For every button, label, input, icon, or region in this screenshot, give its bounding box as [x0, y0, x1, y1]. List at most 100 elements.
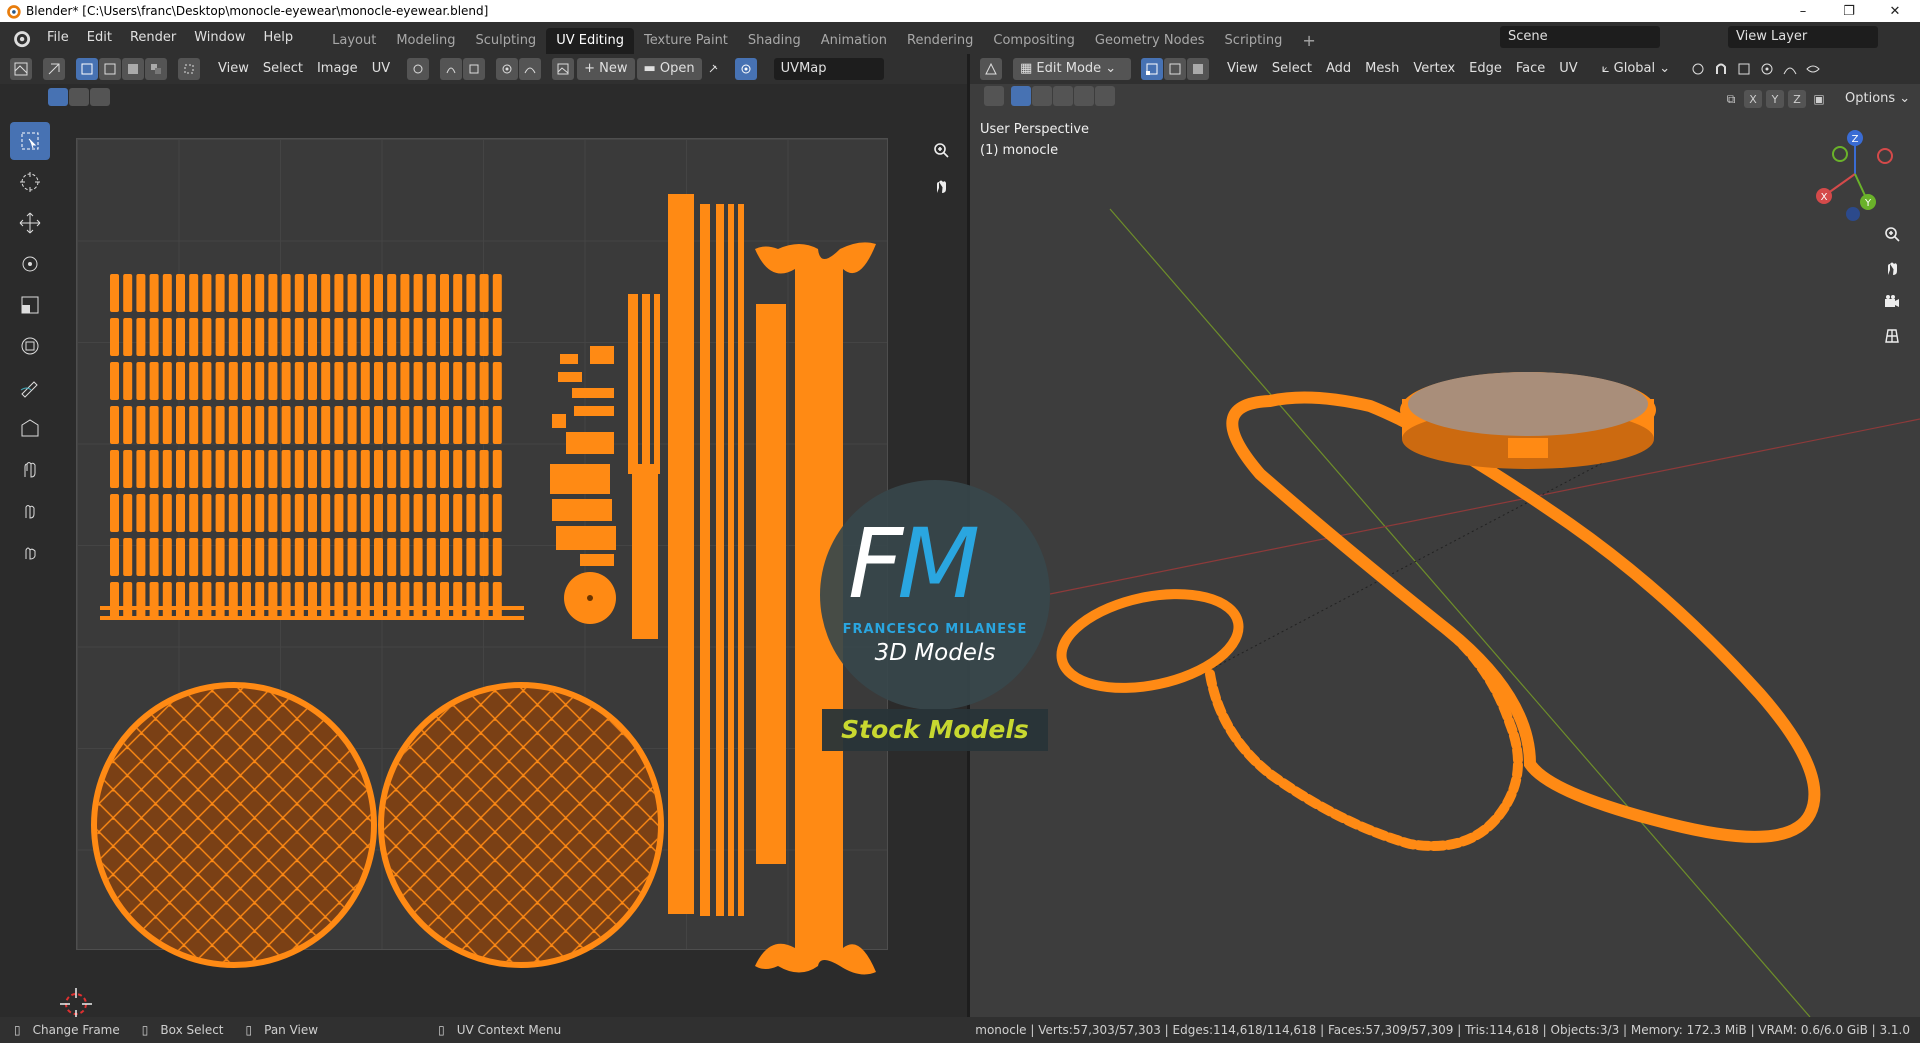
mouse-right-icon: ▯: [438, 1023, 445, 1037]
uv-island-strip: [215, 582, 225, 620]
uv-island-strip: [215, 274, 225, 312]
uv-island-strip: [492, 274, 502, 312]
uv-island-strip: [426, 494, 436, 532]
uv-island-strip: [228, 362, 238, 400]
tab-uv-editing[interactable]: UV Editing: [546, 28, 635, 54]
uv-island-strip: [215, 362, 225, 400]
camera-icon[interactable]: [1878, 288, 1906, 316]
pan-hand-icon[interactable]: [927, 172, 955, 200]
uv-island-strip: [308, 362, 317, 400]
uv-island-strip: [334, 406, 344, 444]
uv-island-strip: [268, 274, 278, 312]
uv-island-strip: [176, 318, 185, 356]
uv-editor[interactable]: View Select Image UV + New ▬ Open UVMap: [0, 54, 967, 1017]
uv-island-strip: [453, 274, 463, 312]
viewport-zoom-icon[interactable]: [1878, 220, 1906, 248]
uv-island-small: [552, 499, 612, 521]
uv-island-strip: [374, 538, 383, 576]
uv-island-strip: [400, 406, 410, 444]
uv-island-small: [556, 526, 616, 550]
uv-island-strip: [189, 406, 199, 444]
uv-island-strip: [374, 450, 383, 488]
uv-island-strip: [360, 406, 370, 444]
uv-island-strip: [255, 318, 265, 356]
navigation-gizmo[interactable]: Z X Y: [1812, 126, 1898, 222]
uv-island-strip: [440, 582, 449, 620]
uv-island-strip: [400, 450, 410, 488]
2d-cursor-icon[interactable]: [60, 988, 92, 1017]
viewport-pan-icon[interactable]: [1878, 254, 1906, 282]
tab-compositing[interactable]: Compositing: [983, 28, 1085, 54]
tab-geometry-nodes[interactable]: Geometry Nodes: [1085, 28, 1215, 54]
menu-render[interactable]: Render: [121, 22, 185, 54]
viewport-3d[interactable]: ▦ Edit Mode ⌄ View Select Add Mesh Verte…: [970, 54, 1920, 1017]
uv-island-strip: [453, 362, 463, 400]
viewport-scene: [1049, 208, 1920, 1017]
status-box-select: Box Select: [160, 1023, 224, 1037]
uv-island-strip: [294, 494, 304, 532]
uv-island-strip: [334, 450, 344, 488]
menu-edit[interactable]: Edit: [78, 22, 121, 54]
uv-island-strip: [360, 362, 370, 400]
uv-island-strip: [426, 362, 436, 400]
uv-island-strip: [268, 406, 278, 444]
uv-island-strip: [136, 406, 146, 444]
uv-lens-mesh-right: [384, 688, 658, 962]
uv-island-column: [668, 194, 694, 914]
uv-island-strip: [149, 582, 159, 620]
uv-island-strip: [453, 582, 463, 620]
uv-island-strip: [162, 318, 172, 356]
uv-island-strip: [479, 582, 489, 620]
uv-island-strip: [308, 274, 317, 312]
uv-island-strip: [189, 274, 199, 312]
gizmo-neg-x-icon[interactable]: [1877, 148, 1893, 164]
zoom-icon[interactable]: [927, 136, 955, 164]
uv-island-strip: [268, 494, 278, 532]
monocle-ring: [1056, 589, 1244, 693]
uv-island-strip: [176, 582, 185, 620]
uv-island-strip: [136, 362, 146, 400]
tab-sculpting[interactable]: Sculpting: [465, 28, 546, 54]
uv-island-column: [716, 204, 724, 916]
mouse-left-icon: ▯: [14, 1023, 21, 1037]
blender-menu-icon[interactable]: [10, 27, 32, 49]
tab-shading[interactable]: Shading: [738, 28, 811, 54]
tab-rendering[interactable]: Rendering: [897, 28, 983, 54]
uv-island-small: [590, 346, 614, 364]
uv-island-strip: [281, 450, 291, 488]
maximize-button[interactable]: ❐: [1826, 0, 1872, 22]
uv-island-column: [728, 204, 734, 916]
tab-modeling[interactable]: Modeling: [386, 28, 465, 54]
tab-scripting[interactable]: Scripting: [1215, 28, 1293, 54]
uv-island-strip: [334, 582, 344, 620]
uv-island-strip: [176, 362, 185, 400]
ortho-grid-icon[interactable]: [1878, 322, 1906, 350]
gizmo-neg-z-icon[interactable]: [1846, 207, 1860, 221]
uv-island-strip: [202, 450, 212, 488]
uv-island-strip: [308, 538, 317, 576]
menu-window[interactable]: Window: [185, 22, 254, 54]
minimize-button[interactable]: –: [1780, 0, 1826, 22]
close-button[interactable]: ✕: [1872, 0, 1918, 22]
tab-texture-paint[interactable]: Texture Paint: [634, 28, 738, 54]
add-workspace-button[interactable]: +: [1292, 28, 1325, 54]
blender-logo-icon: [7, 5, 21, 19]
menu-file[interactable]: File: [38, 22, 78, 54]
menu-help[interactable]: Help: [255, 22, 303, 54]
view-layer-selector[interactable]: View Layer: [1728, 26, 1878, 48]
uv-island-strip: [387, 538, 397, 576]
tab-animation[interactable]: Animation: [811, 28, 897, 54]
gizmo-neg-y-icon[interactable]: [1832, 146, 1848, 162]
uv-island-small: [550, 464, 610, 494]
uv-island-strip: [242, 450, 251, 488]
watermark-logo: FM: [848, 516, 980, 612]
uv-island-strip: [242, 582, 251, 620]
uv-island-strip: [136, 274, 146, 312]
tab-layout[interactable]: Layout: [322, 28, 386, 54]
uv-island-strip: [268, 318, 278, 356]
uv-island-strip: [281, 318, 291, 356]
uv-island-strip: [110, 494, 119, 532]
watermark-letter-f: F: [848, 508, 903, 620]
scene-selector[interactable]: Scene: [1500, 26, 1660, 48]
uv-island-small: [552, 414, 566, 428]
